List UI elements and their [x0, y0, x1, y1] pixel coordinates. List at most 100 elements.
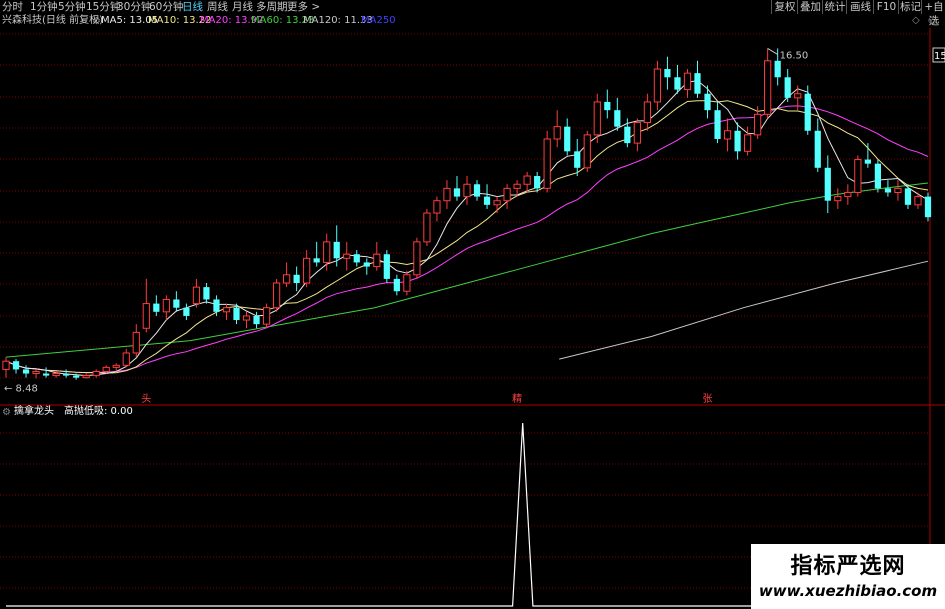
- candle-down: [774, 60, 781, 78]
- candle-down: [924, 196, 932, 218]
- candle-up: [834, 196, 842, 202]
- candle-up: [493, 200, 501, 206]
- candle-down: [42, 373, 50, 376]
- candle-up: [413, 241, 421, 276]
- candle-up: [553, 126, 561, 140]
- candle-up: [593, 101, 601, 136]
- candle-up: [513, 183, 521, 189]
- candle-down: [313, 258, 320, 263]
- right-price-label: 15: [934, 51, 945, 62]
- candle-up: [52, 373, 60, 377]
- diamond-icon[interactable]: ◇: [912, 15, 920, 26]
- signal-label-0: 头: [141, 393, 151, 405]
- toolbar-button-2[interactable]: 统计: [822, 0, 847, 14]
- period-tab-0[interactable]: 分时: [2, 0, 23, 14]
- candle-down: [534, 176, 541, 189]
- signal-label-2: 张: [703, 393, 713, 405]
- candle-up: [303, 257, 311, 284]
- candle-down: [153, 303, 160, 312]
- candle-up: [423, 212, 431, 243]
- candle-up: [844, 191, 852, 198]
- candle-up: [443, 187, 451, 202]
- toolbar-button-1[interactable]: 叠加: [797, 0, 823, 14]
- toolbar-button-6[interactable]: +自选: [921, 0, 945, 27]
- candle-down: [804, 93, 811, 131]
- toolbar-button-5[interactable]: 标记: [898, 0, 922, 14]
- candle-up: [132, 331, 140, 354]
- candle-up: [633, 122, 641, 144]
- candle-down: [664, 69, 671, 78]
- candle-down: [784, 77, 791, 98]
- toolbar-button-4[interactable]: F10: [873, 0, 899, 14]
- candle-down: [183, 307, 190, 316]
- candle-up: [122, 352, 130, 366]
- candle-down: [734, 130, 741, 152]
- period-tab-3[interactable]: 15分钟: [86, 0, 120, 14]
- candle-down: [824, 167, 831, 201]
- period-tab-5[interactable]: 60分钟: [149, 0, 183, 14]
- candle-up: [262, 307, 271, 325]
- candle-down: [73, 375, 80, 378]
- candle-down: [864, 159, 871, 164]
- candle-up: [914, 196, 922, 206]
- candle-down: [483, 196, 491, 205]
- candle-down: [904, 188, 912, 205]
- sub-indicator-title: 擒拿龙头: [14, 406, 54, 417]
- period-toolbar: 分时 1分钟 5分钟 15分钟 30分钟 60分钟 日线 周线 月线 多周期 更多 > 复权 叠加 统计画…: [0, 0, 945, 27]
- candle-up: [2, 360, 10, 370]
- candle-down: [884, 188, 892, 193]
- ma5-line: [5, 80, 929, 377]
- candle-down: [173, 299, 180, 308]
- settings-icon[interactable]: ⚙: [2, 407, 11, 418]
- candle-up: [683, 72, 692, 91]
- candle-down: [12, 361, 20, 370]
- candle-down: [453, 188, 461, 197]
- candle-up: [343, 253, 351, 259]
- period-tab-10[interactable]: 更多 >: [287, 0, 320, 14]
- candle-up: [794, 93, 802, 99]
- candle-down: [694, 73, 701, 94]
- candle-up: [192, 286, 201, 305]
- candle-up: [112, 364, 120, 368]
- candle-up: [503, 187, 511, 202]
- candle-up: [403, 274, 411, 292]
- circle-icon[interactable]: ○: [928, 15, 937, 26]
- candle-up: [82, 375, 90, 379]
- candle-down: [333, 241, 340, 259]
- candle-down: [383, 254, 390, 279]
- main-indicator-line: ⚙ 兴森科技(日线 前复权) ◇ ○ MA5: 13.05 MA10: 13.22…: [0, 14, 945, 28]
- price-chart[interactable]: 16.50 ← 8.48 15 头 精 张: [0, 28, 945, 609]
- candle-up: [102, 366, 110, 372]
- candle-down: [253, 315, 260, 325]
- ma60-line: [5, 182, 929, 358]
- candle-up: [373, 253, 381, 268]
- candle-up: [764, 60, 772, 115]
- candle-down: [814, 130, 821, 168]
- ma-label-5: MA250: [361, 15, 396, 26]
- candle-down: [22, 369, 30, 374]
- toolbar-button-0[interactable]: 复权: [771, 0, 798, 14]
- candle-up: [583, 134, 591, 169]
- period-tab-4[interactable]: 30分钟: [117, 0, 151, 14]
- period-tab-1[interactable]: 1分钟: [30, 0, 58, 14]
- stock-title: 兴森科技(日线 前复权): [2, 15, 103, 26]
- candle-down: [714, 110, 721, 139]
- period-tab-6[interactable]: 日线: [182, 0, 203, 14]
- period-tab-9[interactable]: 多周期: [256, 0, 288, 14]
- candle-up: [653, 68, 662, 103]
- period-tab-8[interactable]: 月线: [232, 0, 253, 14]
- period-tab-2[interactable]: 5分钟: [58, 0, 86, 14]
- watermark-url: www.xuezhibiao.com: [758, 582, 938, 600]
- candle-up: [283, 274, 291, 284]
- toolbar-button-3[interactable]: 画线: [846, 0, 874, 14]
- ma20-line: [5, 105, 929, 374]
- candle-down: [704, 93, 711, 111]
- candle-up: [433, 200, 441, 214]
- candle-up: [92, 370, 100, 377]
- candle-down: [63, 373, 70, 376]
- candle-down: [353, 254, 360, 263]
- candle-down: [614, 110, 621, 127]
- watermark: 指标严选网 www.xuezhibiao.com: [751, 544, 945, 609]
- period-tab-7[interactable]: 周线: [207, 0, 228, 14]
- candle-down: [564, 126, 571, 152]
